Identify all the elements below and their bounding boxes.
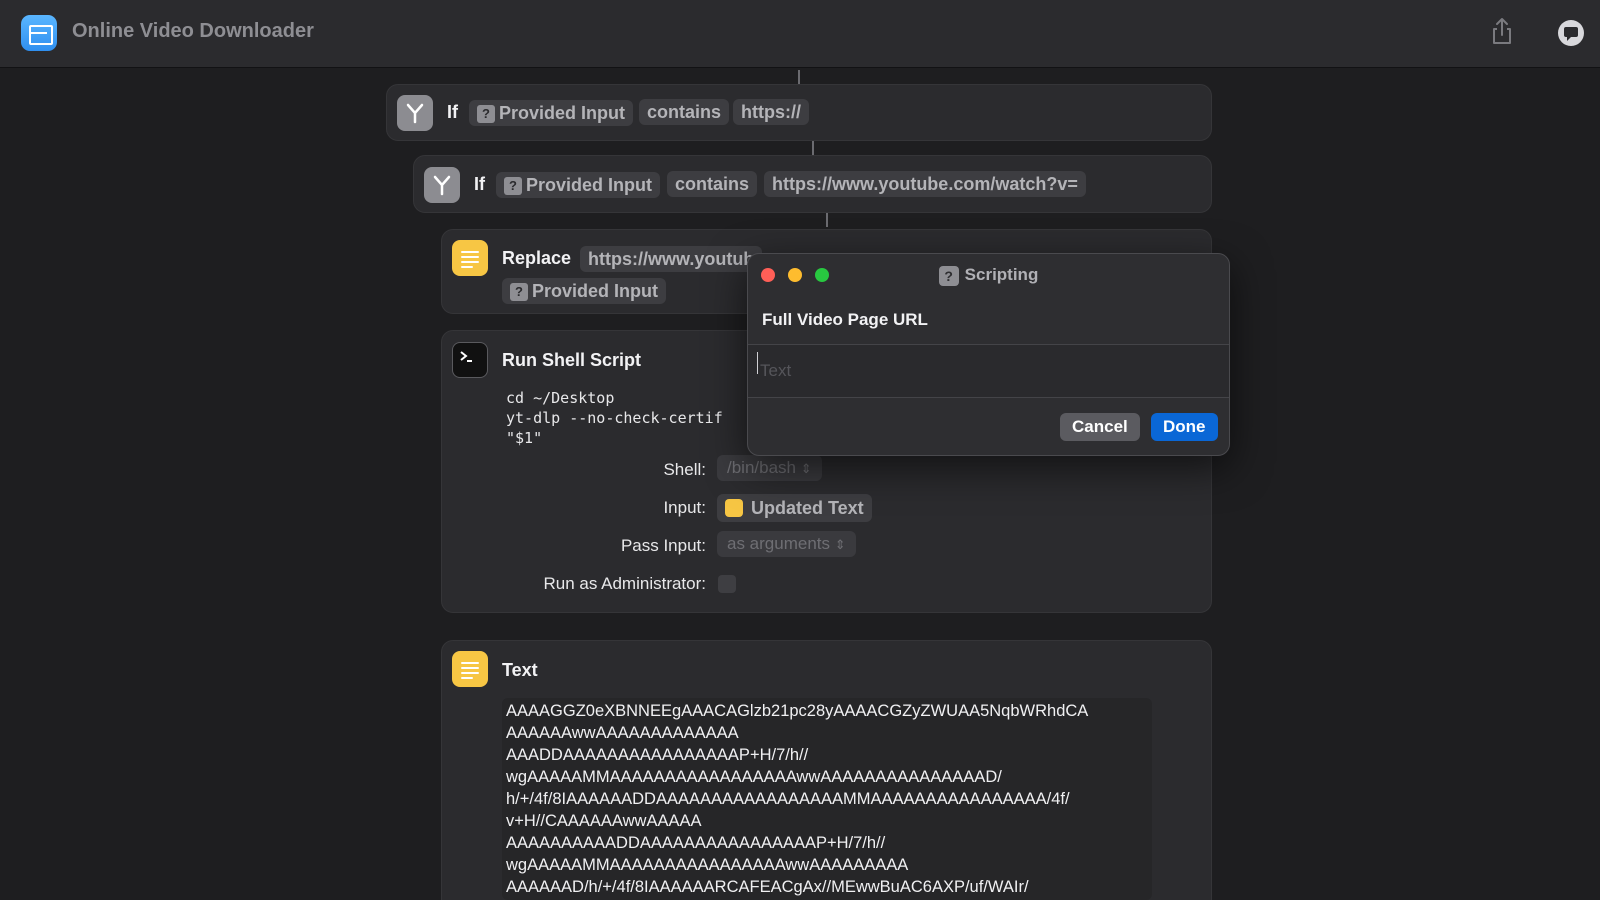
- condition-operator[interactable]: contains: [639, 99, 730, 125]
- pass-input-label: Pass Input:: [620, 536, 706, 555]
- done-button[interactable]: Done: [1151, 413, 1218, 441]
- if-keyword: If: [474, 174, 485, 194]
- url-input[interactable]: [748, 344, 1229, 398]
- text-content-field[interactable]: AAAAGGZ0eXBNNEEgAAACAGlzb21pc28yAAAACGZy…: [502, 698, 1152, 900]
- dialog-title: ? Scripting: [748, 265, 1229, 286]
- text-line: v+H//CAAAAAAwwAAAAA: [506, 812, 702, 830]
- script-line[interactable]: cd ~/Desktop: [506, 388, 614, 408]
- scripting-dialog: ?Scripting Full Video Page URL Cancel Do…: [747, 253, 1230, 456]
- replace-label: Replace: [502, 248, 572, 268]
- input-label: Input:: [663, 498, 706, 517]
- connector-line: [798, 70, 800, 84]
- text-line: wgAAAAAMMAAAAAAAAAAAAAAAAAwwAAAAAAAAAAAA…: [506, 768, 1002, 786]
- text-line: AAADDAAAAAAAAAAAAAAAAP+H/7/h//: [506, 746, 809, 764]
- connector-line: [812, 141, 814, 155]
- shell-title: Run Shell Script: [502, 350, 642, 370]
- provided-input-token[interactable]: ? Provided Input: [496, 172, 660, 198]
- if-action-outer[interactable]: If ? Provided Input contains https://: [386, 84, 1212, 141]
- title-bar: Online Video Downloader: [0, 0, 1600, 68]
- share-icon[interactable]: [1490, 16, 1514, 46]
- text-line: AAAAAAD/h/+/4f/8IAAAAAARCAFEACgAx//MEwwB…: [506, 878, 1029, 896]
- condition-value[interactable]: https://: [733, 99, 809, 125]
- terminal-icon: [452, 342, 488, 378]
- if-action-inner[interactable]: If ? Provided Input contains https://www.…: [413, 155, 1212, 213]
- text-caret: [757, 352, 758, 374]
- script-line[interactable]: yt-dlp --no-check-certif: [506, 408, 723, 428]
- shell-label: Shell:: [663, 460, 706, 479]
- feedback-icon[interactable]: [1556, 18, 1586, 48]
- provided-input-token[interactable]: ? Provided Input: [469, 100, 633, 126]
- cancel-button[interactable]: Cancel: [1060, 413, 1140, 441]
- script-icon: ?: [938, 266, 959, 286]
- branch-icon: [397, 95, 433, 131]
- text-line: h/+/4f/8IAAAAAADDAAAAAAAAAAAAAAAAAMMAAAA…: [506, 790, 1070, 808]
- replace-find-value[interactable]: https://www.youtub: [580, 246, 763, 272]
- text-line: wgAAAAAMMAAAAAAAAAAAAAAAAwwAAAAAAAAA: [506, 856, 909, 874]
- text-doc-icon: [452, 651, 488, 687]
- text-action-title: Text: [502, 660, 538, 680]
- provided-input-token[interactable]: ? Provided Input: [502, 278, 666, 304]
- app-title: Online Video Downloader: [72, 20, 314, 42]
- if-keyword: If: [447, 102, 458, 122]
- text-doc-icon: [452, 240, 488, 276]
- condition-operator[interactable]: contains: [667, 171, 758, 197]
- branch-icon: [424, 167, 460, 203]
- condition-value[interactable]: https://www.youtube.com/watch?v=: [764, 171, 1086, 197]
- run-as-admin-label: Run as Administrator:: [543, 574, 706, 593]
- dialog-prompt: Full Video Page URL: [762, 310, 928, 329]
- run-as-admin-checkbox[interactable]: [718, 575, 736, 593]
- updated-text-token[interactable]: Updated Text: [717, 494, 872, 522]
- shortcut-app-icon: [21, 15, 57, 51]
- text-line: AAAAAAwwAAAAAAAAAAAAA: [506, 724, 739, 742]
- connector-line: [826, 213, 828, 227]
- script-line[interactable]: "$1": [506, 428, 542, 448]
- text-line: AAAAAAAAAADDAAAAAAAAAAAAAAAAP+H/7/h//: [506, 834, 886, 852]
- text-line: AAAAGGZ0eXBNNEEgAAACAGlzb21pc28yAAAACGZy…: [506, 702, 1089, 720]
- shell-popup[interactable]: /bin/bash ⇕: [717, 455, 822, 481]
- pass-input-popup[interactable]: as arguments ⇕: [717, 531, 856, 557]
